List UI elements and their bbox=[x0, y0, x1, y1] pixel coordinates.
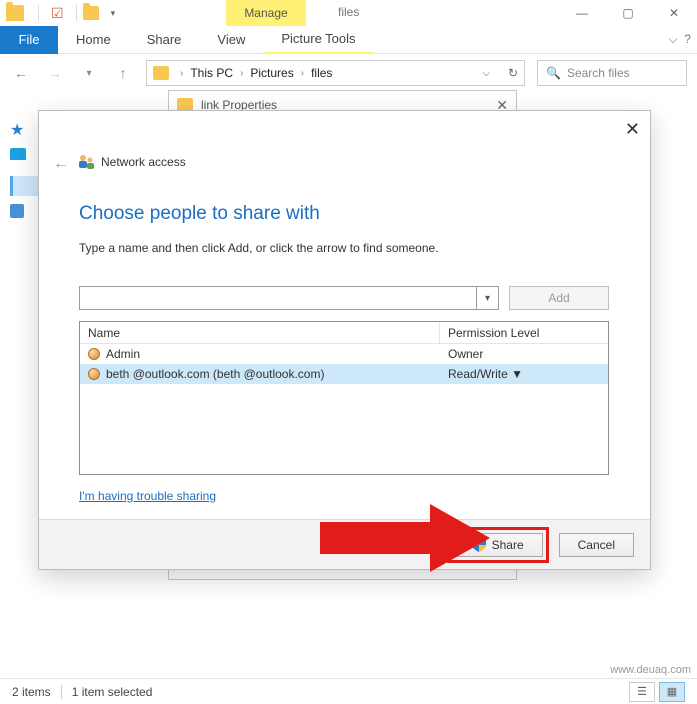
qat-newfolder-icon[interactable] bbox=[83, 6, 99, 20]
sidebar-onedrive-icon[interactable] bbox=[10, 148, 26, 160]
search-input[interactable]: 🔍 Search files bbox=[537, 60, 687, 86]
search-placeholder: Search files bbox=[567, 66, 630, 80]
maximize-button[interactable]: ▢ bbox=[605, 0, 651, 26]
search-icon: 🔍 bbox=[546, 66, 561, 80]
nav-recent-caret[interactable]: ▾ bbox=[78, 62, 100, 84]
tab-view[interactable]: View bbox=[199, 26, 263, 54]
status-selected-count: 1 item selected bbox=[72, 685, 153, 699]
qat-separator bbox=[76, 5, 77, 21]
sidebar-quick-access-icon[interactable]: ★ bbox=[10, 120, 40, 140]
nav-back-button[interactable]: ← bbox=[10, 62, 32, 84]
contextual-tab-manage[interactable]: Manage bbox=[226, 0, 306, 26]
nav-up-button[interactable]: ↑ bbox=[112, 62, 134, 84]
share-list: Name Permission Level Admin Owner beth @… bbox=[79, 321, 609, 475]
qat-properties-icon[interactable]: ☑ bbox=[51, 5, 64, 22]
ribbon-collapse-caret[interactable]: ⌵ ? bbox=[669, 32, 691, 47]
cancel-button[interactable]: Cancel bbox=[559, 533, 634, 557]
qat-folder-icon bbox=[6, 5, 24, 21]
qat-separator bbox=[38, 5, 39, 21]
close-button[interactable]: ✕ bbox=[651, 0, 697, 26]
row-name: beth @outlook.com (beth @outlook.com) bbox=[106, 367, 324, 381]
column-header-permission[interactable]: Permission Level bbox=[440, 322, 608, 343]
dropdown-caret[interactable]: ▾ bbox=[476, 287, 498, 309]
tab-picture-tools[interactable]: Picture Tools bbox=[263, 26, 373, 54]
breadcrumb-root[interactable]: This PC bbox=[190, 66, 233, 80]
share-button-label: Share bbox=[492, 538, 524, 552]
add-button[interactable]: Add bbox=[509, 286, 609, 310]
sidebar-network-icon[interactable] bbox=[10, 204, 24, 218]
dialog-subtext: Type a name and then click Add, or click… bbox=[79, 241, 439, 255]
shield-icon bbox=[472, 538, 486, 552]
qat-customize-caret[interactable]: ▾ bbox=[111, 8, 116, 19]
row-permission-dropdown[interactable]: Read/Write ▼ bbox=[448, 367, 523, 381]
column-header-name[interactable]: Name bbox=[80, 322, 440, 343]
minimize-button[interactable]: ― bbox=[559, 0, 605, 26]
watermark: www.deuaq.com bbox=[610, 664, 691, 676]
network-access-dialog: ✕ ← Network access Choose people to shar… bbox=[38, 110, 651, 570]
tab-home[interactable]: Home bbox=[58, 26, 129, 54]
tab-file[interactable]: File bbox=[0, 26, 58, 54]
addr-dropdown-caret[interactable]: ⌵ bbox=[482, 68, 490, 79]
view-large-icons-button[interactable]: ▦ bbox=[659, 682, 685, 702]
row-permission: Owner bbox=[448, 347, 483, 361]
share-button-highlight: Share bbox=[447, 527, 549, 563]
tab-share[interactable]: Share bbox=[129, 26, 200, 54]
nav-forward-button[interactable]: → bbox=[44, 62, 66, 84]
refresh-button[interactable]: ↻ bbox=[508, 66, 518, 80]
dialog-heading: Choose people to share with bbox=[79, 203, 320, 225]
share-button[interactable]: Share bbox=[453, 533, 543, 557]
chevron-right-icon[interactable]: › bbox=[301, 68, 304, 79]
network-access-icon bbox=[77, 153, 95, 171]
user-icon bbox=[88, 348, 100, 360]
status-separator bbox=[61, 685, 62, 699]
share-list-row[interactable]: beth @outlook.com (beth @outlook.com) Re… bbox=[80, 364, 608, 384]
folder-icon bbox=[153, 66, 169, 80]
status-bar: 2 items 1 item selected ☰ ▦ bbox=[0, 678, 697, 704]
breadcrumb-seg[interactable]: Pictures bbox=[250, 66, 293, 80]
chevron-right-icon[interactable]: › bbox=[240, 68, 243, 79]
share-list-row[interactable]: Admin Owner bbox=[80, 344, 608, 364]
user-icon bbox=[88, 368, 100, 380]
row-name: Admin bbox=[106, 347, 140, 361]
view-details-button[interactable]: ☰ bbox=[629, 682, 655, 702]
breadcrumb-seg[interactable]: files bbox=[311, 66, 332, 80]
trouble-sharing-link[interactable]: I'm having trouble sharing bbox=[79, 489, 216, 503]
status-item-count: 2 items bbox=[12, 685, 51, 699]
dialog-back-button[interactable]: ← bbox=[53, 155, 69, 173]
cancel-button-label: Cancel bbox=[578, 538, 615, 552]
chevron-right-icon[interactable]: › bbox=[180, 68, 183, 79]
dialog-title: Network access bbox=[101, 155, 186, 169]
share-name-input[interactable]: ▾ bbox=[79, 286, 499, 310]
dialog-close-button[interactable]: ✕ bbox=[625, 119, 640, 140]
address-bar[interactable]: › This PC › Pictures › files ⌵ ↻ bbox=[146, 60, 525, 86]
window-title: files bbox=[338, 5, 359, 19]
